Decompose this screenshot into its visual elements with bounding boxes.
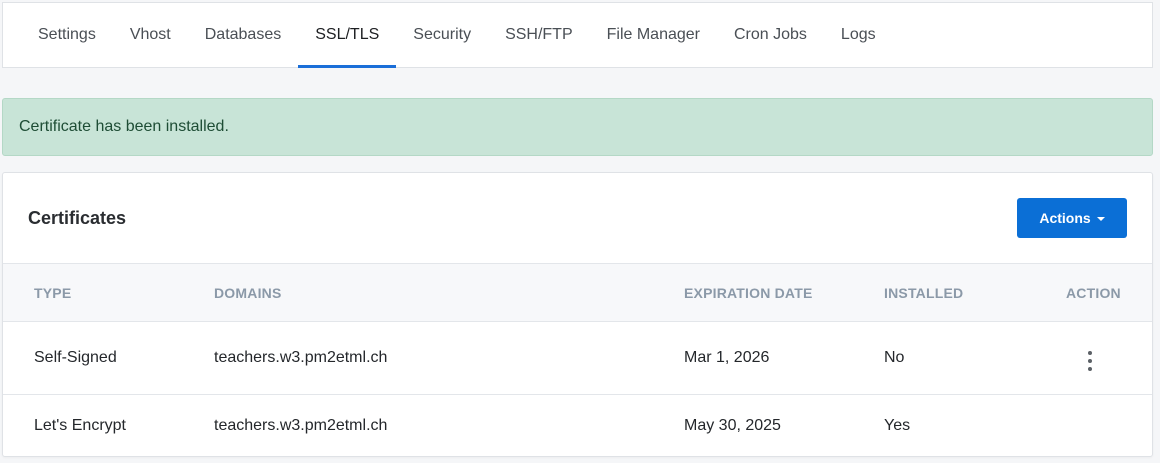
- cell-type: Let's Encrypt: [34, 417, 126, 434]
- card-header: Certificates Actions: [3, 173, 1152, 264]
- alert-message: Certificate has been installed.: [19, 118, 229, 135]
- cell-installed: No: [884, 349, 905, 366]
- column-header-type: TYPE: [34, 285, 72, 301]
- tab-logs[interactable]: Logs: [824, 3, 893, 68]
- column-header-domains: DOMAINS: [214, 285, 282, 301]
- column-header-expiration: EXPIRATION DATE: [684, 285, 813, 301]
- actions-dropdown-button[interactable]: Actions: [1017, 198, 1127, 238]
- tab-databases[interactable]: Databases: [188, 3, 299, 68]
- success-alert: Certificate has been installed.: [2, 98, 1153, 156]
- table-row: Let's Encrypt teachers.w3.pm2etml.ch May…: [3, 395, 1152, 457]
- tab-ssh-ftp[interactable]: SSH/FTP: [488, 3, 590, 68]
- certificates-card: Certificates Actions TYPE DOMAINS EXPIRA…: [2, 172, 1153, 457]
- tab-security[interactable]: Security: [396, 3, 488, 68]
- table-row: Self-Signed teachers.w3.pm2etml.ch Mar 1…: [3, 322, 1152, 395]
- column-header-action: ACTION: [1066, 285, 1121, 301]
- cell-domains: teachers.w3.pm2etml.ch: [214, 349, 388, 366]
- tab-bar: Settings Vhost Databases SSL/TLS Securit…: [2, 2, 1153, 68]
- cell-expiration: May 30, 2025: [684, 417, 781, 434]
- tab-ssl-tls[interactable]: SSL/TLS: [298, 3, 397, 68]
- cell-installed: Yes: [884, 417, 911, 434]
- actions-label: Actions: [1039, 210, 1091, 226]
- cell-domains: teachers.w3.pm2etml.ch: [214, 417, 388, 434]
- table-header: TYPE DOMAINS EXPIRATION DATE INSTALLED A…: [3, 264, 1152, 322]
- cell-type: Self-Signed: [34, 349, 117, 366]
- tab-settings[interactable]: Settings: [21, 3, 113, 68]
- table-body: Self-Signed teachers.w3.pm2etml.ch Mar 1…: [3, 322, 1152, 457]
- cell-expiration: Mar 1, 2026: [684, 349, 770, 366]
- caret-down-icon: [1096, 216, 1105, 221]
- more-actions-icon[interactable]: [1083, 351, 1097, 371]
- column-header-installed: INSTALLED: [884, 285, 964, 301]
- tab-file-manager[interactable]: File Manager: [590, 3, 717, 68]
- tab-cron-jobs[interactable]: Cron Jobs: [717, 3, 824, 68]
- tab-vhost[interactable]: Vhost: [113, 3, 188, 68]
- card-title: Certificates: [28, 207, 127, 228]
